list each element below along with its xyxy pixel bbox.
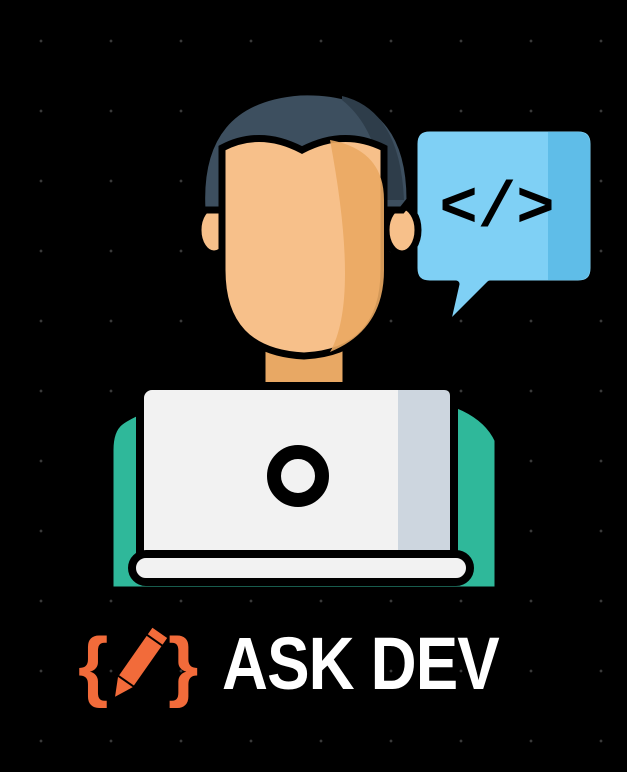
poster-canvas: </> { } ASK DEV [0,0,627,772]
svg-text:}: } [168,621,198,709]
svg-text:{: { [78,621,108,709]
code-tag-text: </> [439,174,554,246]
developer-illustration: </> [106,88,598,594]
brand-name: ASK DEV [222,622,500,705]
brand-logo: { } ASK DEV [72,618,544,710]
code-braces-pencil-icon: { } [78,621,198,709]
laptop-icon [128,382,474,586]
speech-bubble-icon: </> [410,124,598,332]
